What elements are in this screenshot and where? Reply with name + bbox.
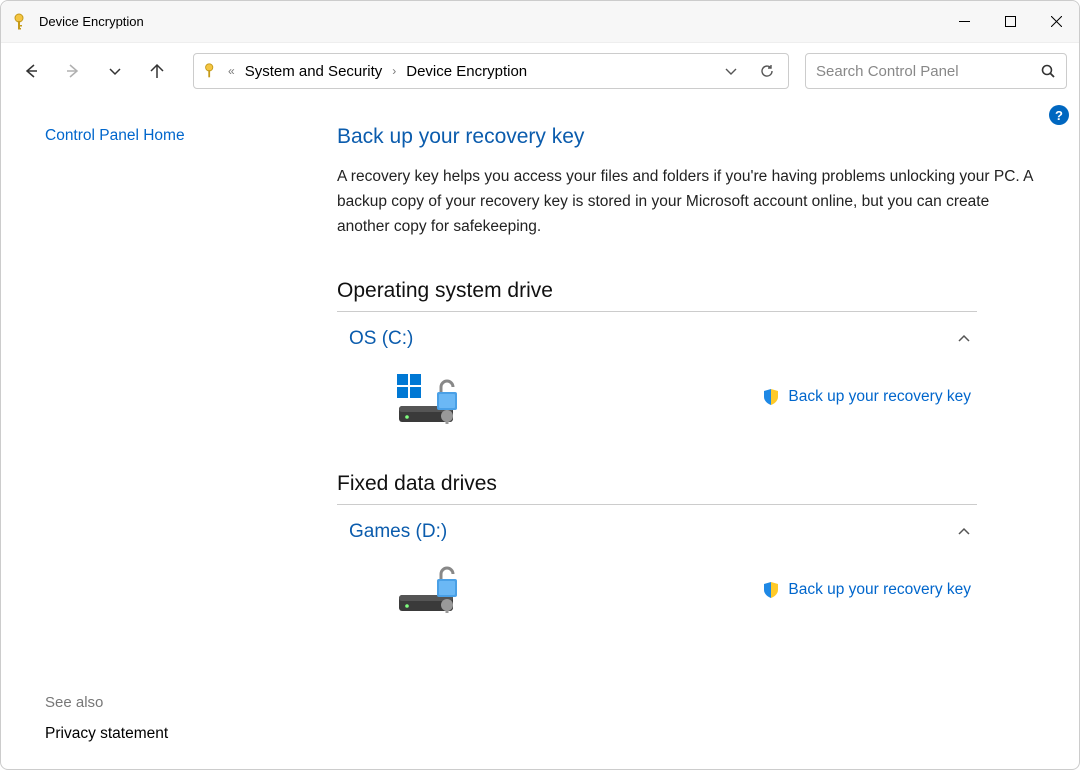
- titlebar: Device Encryption: [1, 1, 1079, 43]
- see-also-label: See also: [45, 694, 321, 711]
- fixed-backup-key-link[interactable]: Back up your recovery key: [762, 581, 971, 599]
- forward-button[interactable]: [55, 53, 91, 89]
- address-dropdown-button[interactable]: [714, 55, 748, 87]
- search-icon[interactable]: [1041, 64, 1056, 79]
- os-drive-header[interactable]: OS (C:): [337, 326, 977, 352]
- os-drive-label: OS (C:): [349, 328, 413, 350]
- bitlocker-app-icon: [11, 12, 31, 32]
- address-bar[interactable]: « System and Security › Device Encryptio…: [193, 53, 789, 89]
- privacy-statement-link[interactable]: Privacy statement: [45, 725, 321, 743]
- address-bar-icon: [198, 62, 224, 80]
- fixed-drives-section-heading: Fixed data drives: [337, 472, 977, 505]
- toolbar: « System and Security › Device Encryptio…: [1, 43, 1079, 99]
- help-icon[interactable]: ?: [1049, 105, 1069, 125]
- shield-icon: [762, 581, 780, 599]
- fixed-drive-icon: [397, 565, 467, 615]
- os-backup-key-link[interactable]: Back up your recovery key: [762, 388, 971, 406]
- page-title: Back up your recovery key: [337, 125, 1043, 149]
- breadcrumb-parent[interactable]: System and Security: [239, 59, 389, 84]
- chevron-left-icon[interactable]: «: [226, 64, 237, 78]
- up-button[interactable]: [139, 53, 175, 89]
- os-drive-icon: [397, 372, 467, 422]
- back-button[interactable]: [13, 53, 49, 89]
- fixed-drive-label: Games (D:): [349, 521, 447, 543]
- os-backup-key-label: Back up your recovery key: [788, 388, 971, 406]
- sidebar: Control Panel Home See also Privacy stat…: [1, 99, 321, 769]
- close-button[interactable]: [1033, 1, 1079, 43]
- chevron-up-icon[interactable]: [957, 332, 971, 346]
- fixed-backup-key-label: Back up your recovery key: [788, 581, 971, 599]
- recent-locations-button[interactable]: [97, 53, 133, 89]
- fixed-drive-body: Back up your recovery key: [337, 545, 977, 625]
- fixed-drive-header[interactable]: Games (D:): [337, 519, 977, 545]
- search-input[interactable]: [816, 63, 1033, 80]
- os-drive-body: Back up your recovery key: [337, 352, 977, 472]
- window-title: Device Encryption: [39, 14, 144, 29]
- shield-icon: [762, 388, 780, 406]
- breadcrumb-current[interactable]: Device Encryption: [400, 59, 533, 84]
- chevron-right-icon: ›: [390, 64, 398, 78]
- search-box[interactable]: [805, 53, 1067, 89]
- page-description: A recovery key helps you access your fil…: [337, 165, 1043, 239]
- control-panel-home-link[interactable]: Control Panel Home: [45, 127, 321, 145]
- chevron-up-icon[interactable]: [957, 525, 971, 539]
- os-drive-section-heading: Operating system drive: [337, 279, 977, 312]
- minimize-button[interactable]: [941, 1, 987, 43]
- maximize-button[interactable]: [987, 1, 1033, 43]
- main-content: ? Back up your recovery key A recovery k…: [321, 99, 1079, 769]
- refresh-button[interactable]: [750, 55, 784, 87]
